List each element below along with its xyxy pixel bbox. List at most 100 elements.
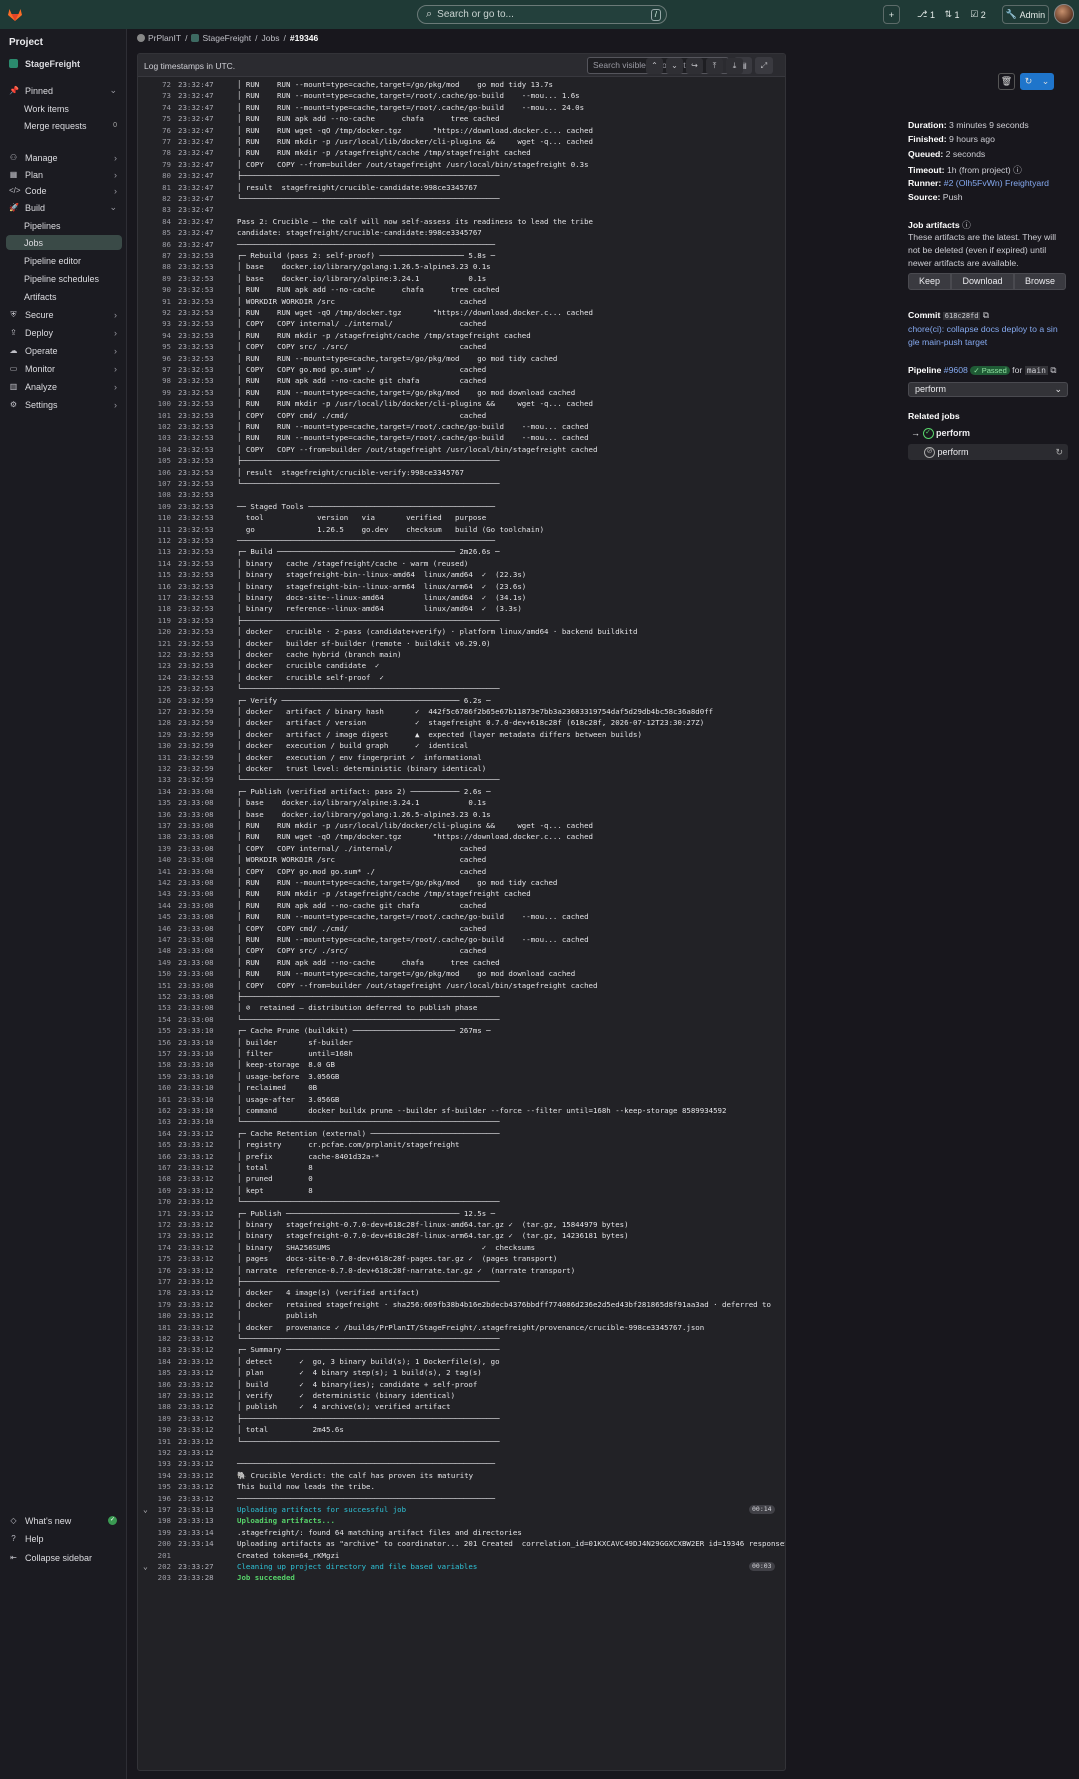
sidebar-item-artifacts[interactable]: Artifacts: [6, 289, 122, 304]
sidebar-item-pipelines[interactable]: Pipelines: [6, 218, 122, 233]
line-number[interactable]: 174: [138, 1242, 171, 1253]
fullscreen-button[interactable]: ⤢: [755, 57, 773, 74]
line-number[interactable]: 111: [138, 524, 171, 535]
line-number[interactable]: 144: [138, 900, 171, 911]
branch-link[interactable]: main: [1024, 366, 1048, 375]
line-number[interactable]: 141: [138, 866, 171, 877]
line-number[interactable]: 178: [138, 1287, 171, 1298]
whats-new-link[interactable]: ◇ What's new ✓: [6, 1513, 122, 1528]
project-link[interactable]: StageFreight: [6, 56, 122, 71]
line-number[interactable]: 162: [138, 1105, 171, 1116]
line-number[interactable]: 103: [138, 432, 171, 443]
line-number[interactable]: 188: [138, 1401, 171, 1412]
retry-button[interactable]: ↻: [1020, 73, 1037, 90]
line-number[interactable]: 148: [138, 945, 171, 956]
line-number[interactable]: 94: [138, 330, 171, 341]
line-number[interactable]: 187: [138, 1390, 171, 1401]
line-number[interactable]: 123: [138, 660, 171, 671]
line-number[interactable]: 93: [138, 318, 171, 329]
line-number[interactable]: 151: [138, 980, 171, 991]
breadcrumb-project[interactable]: StageFreight: [202, 33, 251, 43]
line-number[interactable]: 92: [138, 307, 171, 318]
line-number[interactable]: 130: [138, 740, 171, 751]
line-number[interactable]: 115: [138, 569, 171, 580]
line-number[interactable]: 146: [138, 923, 171, 934]
merge-requests-button[interactable]: ⎇ 1: [914, 5, 938, 24]
line-number[interactable]: 171: [138, 1208, 171, 1219]
line-number[interactable]: 179: [138, 1299, 171, 1310]
line-number[interactable]: 132: [138, 763, 171, 774]
commit-sha[interactable]: 618c28fd: [942, 312, 981, 320]
line-number[interactable]: 126: [138, 695, 171, 706]
commit-message-1[interactable]: chore(ci): collapse docs deploy to a sin: [908, 324, 1058, 334]
line-number[interactable]: 153: [138, 1002, 171, 1013]
search-bar[interactable]: ⌕ Search or go to... /: [417, 5, 667, 24]
line-number[interactable]: 196: [138, 1493, 171, 1504]
line-number[interactable]: 203: [138, 1572, 171, 1583]
line-number[interactable]: 194: [138, 1470, 171, 1481]
line-number[interactable]: 85: [138, 227, 171, 238]
line-number[interactable]: 157: [138, 1048, 171, 1059]
line-number[interactable]: 89: [138, 273, 171, 284]
line-number[interactable]: 184: [138, 1356, 171, 1367]
line-number[interactable]: 110: [138, 512, 171, 523]
line-number[interactable]: 168: [138, 1173, 171, 1184]
line-number[interactable]: 108: [138, 489, 171, 500]
sidebar-item-plan[interactable]: ▦ Plan ›: [6, 167, 122, 182]
line-number[interactable]: 185: [138, 1367, 171, 1378]
line-number[interactable]: 76: [138, 125, 171, 136]
sidebar-item-jobs[interactable]: Jobs: [6, 235, 122, 250]
line-number[interactable]: 160: [138, 1082, 171, 1093]
line-number[interactable]: 125: [138, 683, 171, 694]
line-number[interactable]: 112: [138, 535, 171, 546]
line-number[interactable]: 175: [138, 1253, 171, 1264]
line-number[interactable]: 127: [138, 706, 171, 717]
delete-log-button[interactable]: 🗑: [998, 73, 1015, 90]
line-number[interactable]: 109: [138, 501, 171, 512]
line-number[interactable]: 181: [138, 1322, 171, 1333]
runner-link[interactable]: #2 (Olh5FvWn) Freightyard: [944, 178, 1049, 188]
line-number[interactable]: 198: [138, 1515, 171, 1526]
commit-message-2[interactable]: gle main-push target: [908, 337, 987, 347]
copy-icon[interactable]: ⧉: [1050, 365, 1056, 375]
breadcrumb-group[interactable]: PrPlanIT: [148, 33, 181, 43]
line-number[interactable]: 190: [138, 1424, 171, 1435]
line-number[interactable]: 136: [138, 809, 171, 820]
gitlab-logo-icon[interactable]: [7, 6, 23, 22]
todo-button[interactable]: ☑ 2: [966, 5, 990, 24]
collapse-sidebar-button[interactable]: ⇤ Collapse sidebar: [6, 1550, 122, 1565]
line-number[interactable]: 82: [138, 193, 171, 204]
sidebar-item-deploy[interactable]: ⇪ Deploy ›: [6, 325, 122, 340]
line-number[interactable]: 101: [138, 410, 171, 421]
line-number[interactable]: 170: [138, 1196, 171, 1207]
line-number[interactable]: 149: [138, 957, 171, 968]
sidebar-item-pipeline-editor[interactable]: Pipeline editor: [6, 253, 122, 268]
line-number[interactable]: 156: [138, 1037, 171, 1048]
line-number[interactable]: 79: [138, 159, 171, 170]
line-number[interactable]: 202: [138, 1561, 171, 1572]
line-number[interactable]: 193: [138, 1458, 171, 1469]
sidebar-item-manage[interactable]: ⚇ Manage ›: [6, 150, 122, 165]
line-number[interactable]: 128: [138, 717, 171, 728]
line-number[interactable]: 169: [138, 1185, 171, 1196]
line-number[interactable]: 183: [138, 1344, 171, 1355]
line-number[interactable]: 137: [138, 820, 171, 831]
scroll-down-button[interactable]: ⌄: [666, 58, 683, 74]
line-number[interactable]: 95: [138, 341, 171, 352]
line-number[interactable]: 142: [138, 877, 171, 888]
line-number[interactable]: 161: [138, 1094, 171, 1105]
copy-icon[interactable]: ⧉: [983, 310, 989, 320]
line-number[interactable]: 180: [138, 1310, 171, 1321]
line-number[interactable]: 138: [138, 831, 171, 842]
create-new-button[interactable]: +: [883, 5, 900, 24]
line-number[interactable]: 150: [138, 968, 171, 979]
line-number[interactable]: 186: [138, 1379, 171, 1390]
line-number[interactable]: 167: [138, 1162, 171, 1173]
sidebar-item-pinned[interactable]: 📌 Pinned ⌄: [6, 83, 122, 98]
line-number[interactable]: 72: [138, 79, 171, 90]
help-link[interactable]: ? Help: [6, 1531, 122, 1546]
line-number[interactable]: 91: [138, 296, 171, 307]
line-number[interactable]: 99: [138, 387, 171, 398]
line-number[interactable]: 114: [138, 558, 171, 569]
line-number[interactable]: 189: [138, 1413, 171, 1424]
